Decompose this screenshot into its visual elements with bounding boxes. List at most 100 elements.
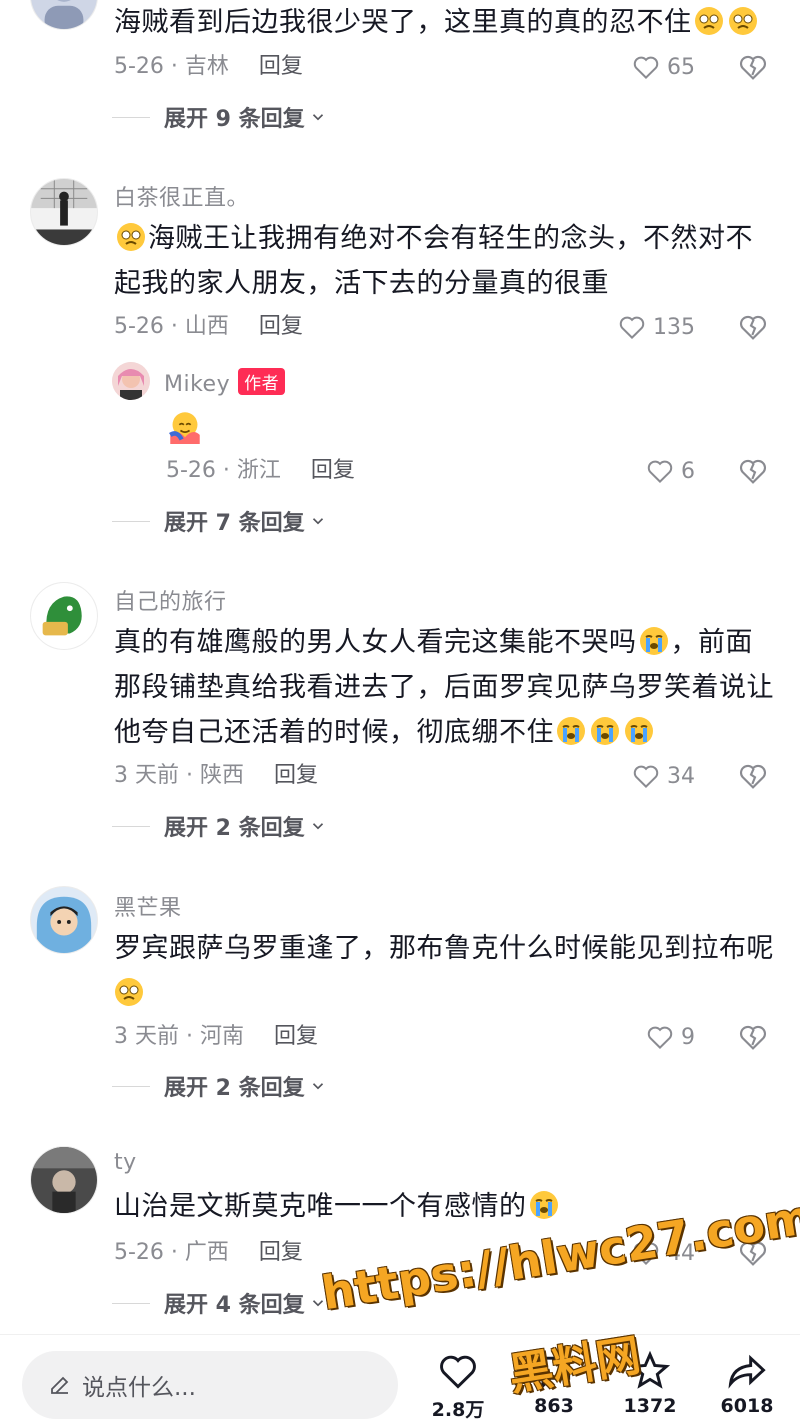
comment-meta: 5-26 · 吉林 回复 xyxy=(114,52,303,82)
like-video-button[interactable]: 2.8万 xyxy=(413,1349,503,1422)
comment-text-content: ，前面 xyxy=(670,627,753,658)
like-count: 2.8万 xyxy=(431,1399,485,1421)
crying-emoji-icon xyxy=(728,6,758,36)
expand-label: 展开 7 条回复 xyxy=(164,511,305,536)
comment-meta: 3 天前 · 陕西 回复 xyxy=(114,761,318,791)
expand-replies-button[interactable]: 展开 2 条回复 xyxy=(112,1071,327,1101)
like-count: 9 xyxy=(681,1024,695,1050)
reply-button[interactable]: 回复 xyxy=(259,1240,303,1265)
dislike-button[interactable] xyxy=(737,1237,769,1269)
divider xyxy=(112,1085,150,1087)
comment-text-content: 海贼看到后边我很少哭了，这里真的真的忍不住 xyxy=(114,7,692,38)
loudly-crying-emoji-icon xyxy=(556,716,586,746)
heart-icon xyxy=(647,460,673,484)
expand-replies-button[interactable]: 展开 4 条回复 xyxy=(112,1288,327,1318)
like-count: 34 xyxy=(667,763,695,789)
share-button[interactable]: 6018 xyxy=(702,1349,792,1417)
heart-icon xyxy=(633,765,659,789)
reply-button[interactable]: 回复 xyxy=(259,314,303,339)
crying-emoji-icon xyxy=(114,977,144,1007)
heart-icon xyxy=(633,56,659,80)
share-arrow-icon xyxy=(728,1354,766,1389)
avatar[interactable] xyxy=(30,582,98,650)
bottom-action-bar: 说点什么... 2.8万 863 1372 6018 xyxy=(0,1334,800,1424)
comment-input[interactable]: 说点什么... xyxy=(22,1351,398,1419)
broken-heart-icon xyxy=(739,55,767,80)
avatar[interactable] xyxy=(30,178,98,246)
broken-heart-icon xyxy=(739,1025,767,1050)
reply-button[interactable]: 回复 xyxy=(311,458,355,483)
like-button[interactable]: 34 xyxy=(631,759,695,793)
heart-icon xyxy=(633,1242,659,1266)
avatar-image xyxy=(31,179,97,245)
date-location: 5-26 · 吉林 xyxy=(114,54,229,79)
comment-icon xyxy=(537,1356,571,1390)
comment-meta: 5-26 · 浙江 回复 xyxy=(166,456,355,486)
comment-meta: 3 天前 · 河南 回复 xyxy=(114,1022,318,1052)
pencil-icon xyxy=(51,1376,69,1394)
username[interactable]: Mikey xyxy=(164,372,230,397)
avatar[interactable] xyxy=(112,362,150,400)
expand-label: 展开 4 条回复 xyxy=(164,1293,305,1318)
comment-meta: 5-26 · 山西 回复 xyxy=(114,312,303,342)
reply-button[interactable]: 回复 xyxy=(274,763,318,788)
avatar-image xyxy=(31,887,97,953)
chevron-down-icon xyxy=(312,823,323,830)
avatar[interactable] xyxy=(30,886,98,954)
comment-text: 海贼王让我拥有绝对不会有轻生的念头，不然对不起我的家人朋友，活下去的分量真的很重 xyxy=(114,216,774,306)
divider xyxy=(112,825,150,827)
comment-count: 863 xyxy=(534,1395,574,1417)
divider xyxy=(112,116,150,118)
comment-meta: 5-26 · 广西 回复 xyxy=(114,1238,303,1268)
favorite-button[interactable]: 1372 xyxy=(605,1349,695,1417)
dislike-button[interactable] xyxy=(737,760,769,792)
dislike-button[interactable] xyxy=(737,455,769,487)
reply-button[interactable]: 回复 xyxy=(259,54,303,79)
comment-text: 海贼看到后边我很少哭了，这里真的真的忍不住 xyxy=(114,0,774,45)
avatar[interactable] xyxy=(30,1146,98,1214)
chevron-down-icon xyxy=(312,1083,323,1090)
like-count: 6 xyxy=(681,458,695,484)
reply-button[interactable]: 回复 xyxy=(274,1024,318,1049)
input-placeholder: 说点什么... xyxy=(82,1375,196,1401)
loudly-crying-emoji-icon xyxy=(639,626,669,656)
comment-text: 山治是文斯莫克唯一一个有感情的 xyxy=(114,1184,774,1229)
avatar-image xyxy=(31,1147,97,1213)
date-location: 3 天前 · 陕西 xyxy=(114,763,244,788)
like-button[interactable]: 9 xyxy=(645,1020,695,1054)
comment-text-content: 真的有雄鹰般的男人女人看完这集能不哭吗 xyxy=(114,627,637,658)
expand-replies-button[interactable]: 展开 7 条回复 xyxy=(112,506,327,536)
comment-button[interactable]: 863 xyxy=(509,1349,599,1417)
like-count: 135 xyxy=(653,314,695,340)
divider xyxy=(112,520,150,522)
dislike-button[interactable] xyxy=(737,51,769,83)
heart-icon xyxy=(440,1355,476,1389)
broken-heart-icon xyxy=(739,1241,767,1266)
comment-text: 罗宾跟萨乌罗重逢了，那布鲁克什么时候能见到拉布呢 xyxy=(114,926,774,1016)
avatar[interactable] xyxy=(30,0,98,30)
sub-username-row: Mikey 作者 xyxy=(164,368,286,397)
username[interactable]: 黑芒果 xyxy=(114,890,182,922)
loudly-crying-emoji-icon xyxy=(590,716,620,746)
expand-replies-button[interactable]: 展开 2 条回复 xyxy=(112,811,327,841)
dislike-button[interactable] xyxy=(737,1021,769,1053)
like-button[interactable]: 135 xyxy=(617,310,695,344)
username[interactable]: 自己的旅行 xyxy=(114,584,227,616)
avatar-image xyxy=(31,583,97,649)
comment-text-content: 罗宾跟萨乌罗重逢了，那布鲁克什么时候能见到拉布呢 xyxy=(114,933,774,964)
username[interactable]: ty xyxy=(114,1150,137,1175)
date-location: 5-26 · 广西 xyxy=(114,1240,229,1265)
chevron-down-icon xyxy=(312,114,323,121)
like-button[interactable]: 65 xyxy=(631,50,695,84)
like-button[interactable]: 44 xyxy=(631,1236,695,1270)
dislike-button[interactable] xyxy=(737,311,769,343)
expand-replies-button[interactable]: 展开 9 条回复 xyxy=(112,102,327,132)
like-count: 44 xyxy=(667,1240,695,1266)
avatar-image xyxy=(112,362,150,400)
favorite-count: 1372 xyxy=(623,1395,677,1417)
crying-emoji-icon xyxy=(116,222,146,252)
comment-text-content: 他夸自己还活着的时候，彻底绷不住 xyxy=(114,717,554,748)
like-button[interactable]: 6 xyxy=(645,454,695,488)
username[interactable]: 白茶很正直。 xyxy=(114,180,249,212)
star-icon xyxy=(629,1350,671,1389)
